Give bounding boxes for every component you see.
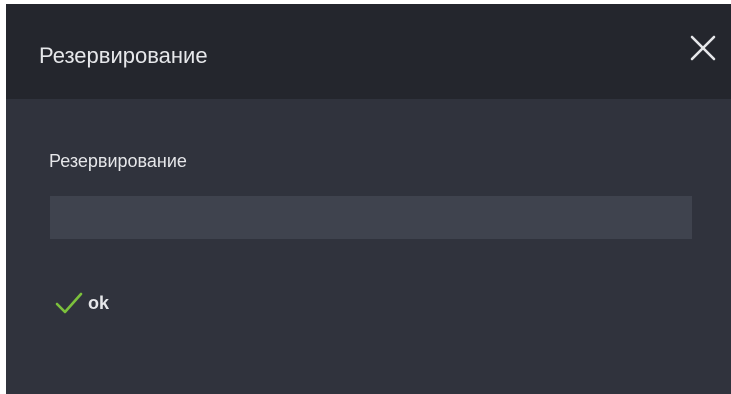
dialog-title: Резервирование xyxy=(39,43,208,68)
reservation-input[interactable] xyxy=(50,196,692,239)
reservation-dialog: Резервирование Резервирование ok xyxy=(6,4,731,394)
status-text: ok xyxy=(88,293,110,313)
status-indicator: ok xyxy=(54,289,109,317)
dialog-body: Резервирование ok xyxy=(6,99,731,394)
close-icon xyxy=(690,35,716,61)
reservation-field-label: Резервирование xyxy=(49,151,187,171)
checkmark-icon xyxy=(55,292,83,314)
close-button[interactable] xyxy=(687,32,719,64)
dialog-header: Резервирование xyxy=(6,4,731,99)
